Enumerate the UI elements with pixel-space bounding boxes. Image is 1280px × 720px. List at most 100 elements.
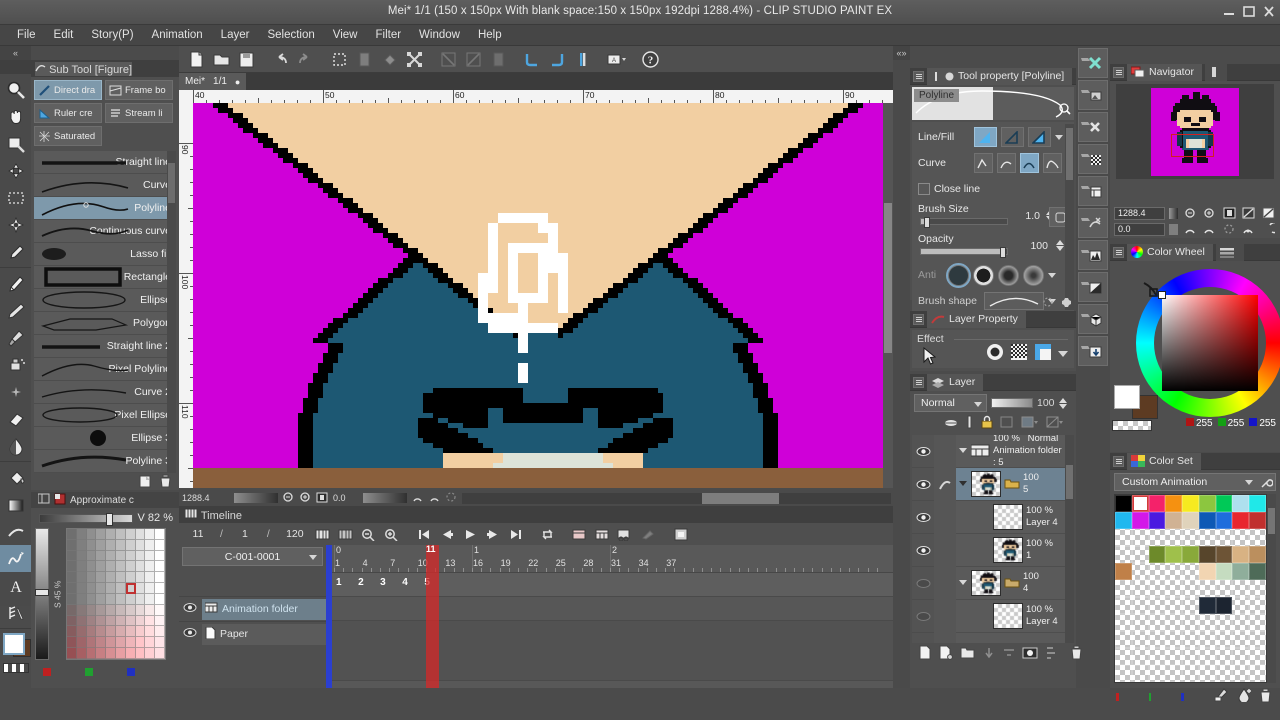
color-swatch[interactable]: [1232, 665, 1250, 682]
text-tool[interactable]: A: [0, 572, 31, 599]
layer-visibility-toggle[interactable]: [912, 435, 934, 468]
color-slider-tab[interactable]: [1215, 243, 1244, 261]
layout-icon[interactable]: [37, 493, 50, 507]
reset-rotation-icon[interactable]: [445, 491, 458, 506]
current-frame-value[interactable]: 11: [187, 528, 209, 540]
menu-filter[interactable]: Filter: [366, 27, 410, 43]
fit-to-screen-button[interactable]: [1221, 206, 1237, 220]
deselect-button[interactable]: [328, 48, 351, 70]
color-swatch[interactable]: [1215, 648, 1233, 665]
navigator-zoom-field[interactable]: 1288.4: [1114, 206, 1165, 220]
sub-tool-item-rectangle[interactable]: Rectangle: [34, 266, 176, 289]
color-swatch[interactable]: [1249, 614, 1266, 631]
brush-size-slider[interactable]: [920, 217, 1008, 228]
color-swatch[interactable]: [1148, 495, 1166, 512]
create-line-and-fill-button[interactable]: [1028, 127, 1051, 147]
color-swatch[interactable]: [1115, 648, 1132, 665]
enable-timeline-button[interactable]: [336, 525, 355, 543]
tone-layer-icon[interactable]: [1078, 144, 1108, 174]
open-file-button[interactable]: [210, 48, 233, 70]
new-raster-layer-icon[interactable]: [918, 645, 932, 663]
color-swatch[interactable]: [1182, 580, 1199, 597]
zoom-in-icon[interactable]: [299, 491, 312, 506]
color-swatch[interactable]: [1148, 648, 1166, 665]
timeline-track-row-empty[interactable]: [326, 621, 893, 681]
rotate-left-icon[interactable]: [411, 491, 424, 506]
last-frame-button[interactable]: [507, 525, 526, 543]
color-swatch[interactable]: [1249, 529, 1266, 546]
color-swatch[interactable]: [1131, 512, 1149, 529]
snap-ruler-button[interactable]: [521, 48, 544, 70]
color-swatch[interactable]: [1148, 665, 1166, 682]
color-swatch[interactable]: [1148, 546, 1166, 563]
new-layer-icon[interactable]: [1078, 176, 1108, 206]
maximize-button[interactable]: [1242, 5, 1256, 18]
page-manage-button[interactable]: [487, 48, 510, 70]
3d-layer-icon[interactable]: [1078, 304, 1108, 334]
fill-layer-icon[interactable]: [1078, 80, 1108, 110]
decoration-tool[interactable]: [0, 378, 31, 405]
color-set-tab[interactable]: Color Set: [1127, 452, 1201, 470]
redo-button[interactable]: [294, 48, 317, 70]
color-swatch[interactable]: [1182, 495, 1199, 512]
value-slider[interactable]: [39, 512, 133, 526]
menu-selection[interactable]: Selection: [258, 27, 323, 43]
color-swatch[interactable]: [1165, 631, 1183, 648]
level-correction-icon[interactable]: [1078, 240, 1108, 270]
red-indicator[interactable]: [43, 668, 51, 676]
quadratic-bezier-button[interactable]: [1020, 153, 1039, 173]
color-swatch[interactable]: [1182, 665, 1199, 682]
figure-line-tool[interactable]: [0, 518, 31, 545]
layer-visibility-toggle[interactable]: [912, 567, 934, 600]
color-swatch[interactable]: [1165, 563, 1183, 580]
color-swatch[interactable]: [1115, 665, 1132, 682]
color-swatch[interactable]: [1232, 648, 1250, 665]
color-swatch[interactable]: [1115, 614, 1132, 631]
eraser-tool[interactable]: [0, 405, 31, 432]
layer-opacity-stepper[interactable]: [1058, 397, 1067, 409]
tool-property-scrollbar[interactable]: [1065, 124, 1074, 310]
timeline-cel[interactable]: 1: [336, 577, 342, 588]
panel-menu-icon[interactable]: [1113, 246, 1124, 258]
hand-move-tool[interactable]: [0, 103, 31, 130]
sub-tool-item-polyline-3[interactable]: Polyline 3: [34, 450, 176, 473]
color-swatch[interactable]: [1131, 614, 1149, 631]
color-swatch[interactable]: [1182, 631, 1199, 648]
layer-list-scrollbar[interactable]: [1065, 435, 1074, 643]
color-swatch[interactable]: [1198, 495, 1216, 512]
layer-row-1[interactable]: 100 % 1: [956, 534, 1065, 567]
color-swatch[interactable]: [1232, 614, 1250, 631]
color-swatch[interactable]: [1232, 512, 1250, 529]
timeline-track-row-paper[interactable]: [326, 597, 893, 621]
layer-color-icon[interactable]: [1034, 343, 1052, 364]
draft-layer-icon[interactable]: [1021, 416, 1039, 431]
timeline-track-selector[interactable]: C-001-0001: [182, 547, 323, 566]
layer-row-layer-4-b[interactable]: 100 % Layer 4: [956, 600, 1065, 633]
color-swatch[interactable]: [1215, 495, 1233, 512]
color-swatch[interactable]: [1131, 648, 1149, 665]
color-swatch[interactable]: [1148, 563, 1166, 580]
sub-tool-item-lasso-fill[interactable]: Lasso fill: [34, 243, 176, 266]
opacity-stepper[interactable]: [1056, 240, 1064, 251]
color-swatch[interactable]: [1198, 546, 1216, 563]
color-swatch[interactable]: [1148, 580, 1166, 597]
timeline-tab[interactable]: Timeline: [184, 508, 242, 522]
canvas-area[interactable]: [193, 103, 883, 488]
sub-tool-item-ellipse-3[interactable]: Ellipse 3: [34, 427, 176, 450]
color-swatch[interactable]: [1182, 563, 1199, 580]
aa-weak-button[interactable]: [973, 264, 994, 286]
timeline-layer-animation-folder[interactable]: Animation folder: [179, 596, 326, 621]
expand-collapse-icon[interactable]: [958, 445, 968, 457]
zoom-value[interactable]: 1288.4: [182, 493, 230, 503]
chevron-down-icon[interactable]: [1058, 350, 1068, 357]
transparent-color-swatch[interactable]: [1112, 420, 1152, 431]
clear-layer-icon[interactable]: [1078, 48, 1108, 78]
vertical-ruler[interactable]: 90 100 110: [179, 103, 193, 521]
color-swatch[interactable]: [1165, 580, 1183, 597]
combine-down-icon[interactable]: [1002, 646, 1016, 663]
tonal-correction-icon[interactable]: [1078, 272, 1108, 302]
rotation-value[interactable]: 0.0: [333, 493, 359, 503]
color-swatch[interactable]: [1131, 563, 1149, 580]
collapse-left-dock-button[interactable]: «: [0, 46, 31, 60]
color-swatch[interactable]: [1249, 546, 1266, 563]
